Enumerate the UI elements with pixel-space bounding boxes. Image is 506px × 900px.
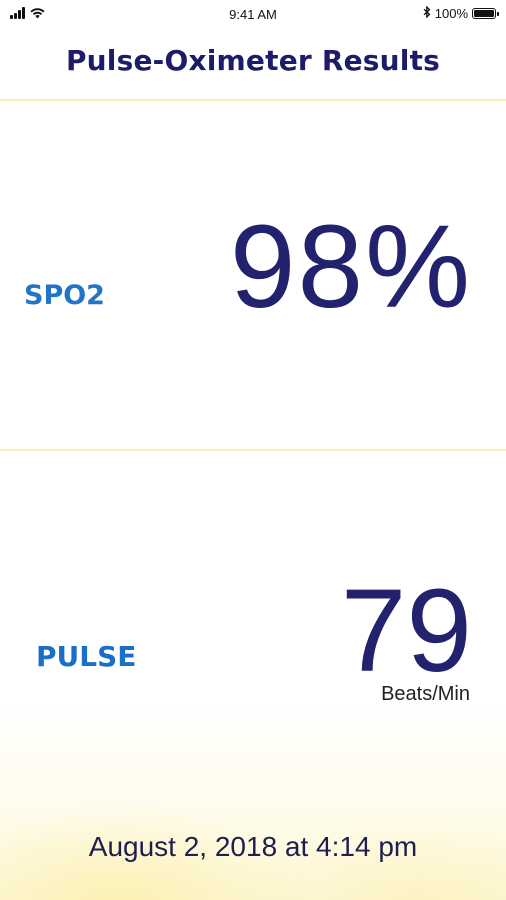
status-bar: 9:41 AM 100%: [0, 0, 506, 30]
page-title: Pulse-Oximeter Results: [65, 44, 441, 77]
battery-fill: [474, 10, 494, 17]
header-divider: [0, 99, 506, 101]
bottom-glow: [0, 700, 506, 900]
section-divider: [0, 449, 506, 451]
pulse-value: 79: [340, 565, 472, 697]
spo2-label: SPO2: [24, 280, 105, 311]
results-screen: 9:41 AM 100% Pulse-Oximeter Results SPO2…: [0, 0, 506, 900]
pulse-label: PULSE: [36, 640, 137, 673]
bluetooth-icon: [423, 5, 431, 21]
status-right: 100%: [423, 5, 499, 21]
battery-tip: [497, 12, 499, 16]
reading-timestamp: August 2, 2018 at 4:14 pm: [88, 831, 418, 862]
battery-percent: 100%: [434, 6, 468, 21]
spo2-value: 98%: [229, 201, 472, 333]
battery-icon: [472, 8, 499, 19]
